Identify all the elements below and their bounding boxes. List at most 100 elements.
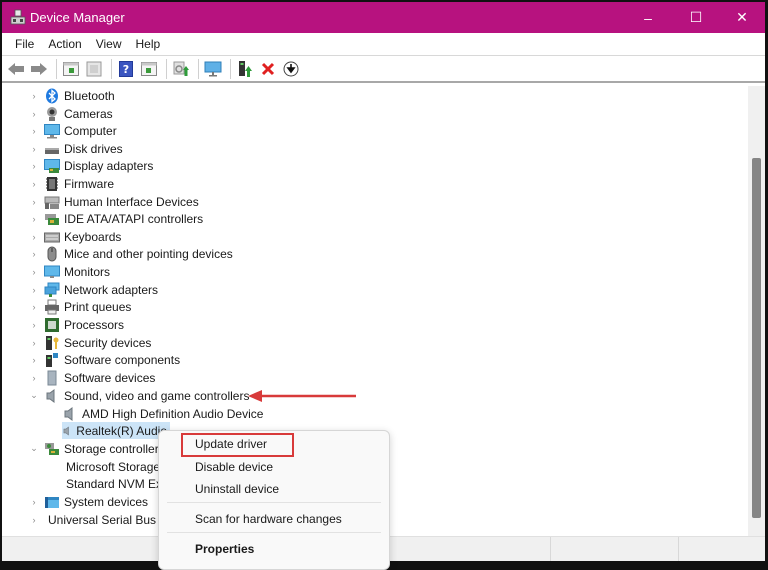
- tree-item-monitors[interactable]: Monitors: [44, 263, 110, 280]
- expand-chevron-icon[interactable]: ›: [29, 369, 39, 386]
- tree-item-human-interface-devices[interactable]: Human Interface Devices: [44, 193, 199, 210]
- expand-chevron-icon[interactable]: ›: [29, 157, 39, 174]
- speaker-icon: [63, 426, 69, 435]
- show-hide-console-tree-button[interactable]: [61, 59, 81, 79]
- security-device-icon: [46, 335, 59, 350]
- expand-chevron-icon[interactable]: ›: [29, 87, 39, 104]
- tree-item-processors[interactable]: Processors: [44, 316, 124, 333]
- tree-item-amd-hd-audio[interactable]: AMD High Definition Audio Device: [62, 405, 263, 422]
- software-component-icon: [46, 352, 58, 367]
- expand-chevron-icon[interactable]: ›: [29, 334, 39, 351]
- speaker-icon: [64, 406, 73, 421]
- menu-view[interactable]: View: [89, 37, 129, 51]
- properties-icon: [86, 61, 102, 76]
- disable-device-button[interactable]: [281, 59, 301, 79]
- expand-chevron-icon[interactable]: ›: [29, 351, 39, 368]
- tree-item-ide-ata-atapi-controllers[interactable]: IDE ATA/ATAPI controllers: [44, 210, 203, 227]
- expand-chevron-icon[interactable]: ›: [29, 140, 39, 157]
- tree-item-keyboards[interactable]: Keyboards: [44, 228, 121, 245]
- network-adapter-icon: [44, 282, 60, 297]
- tree-item-label: Monitors: [64, 264, 111, 279]
- action-pane-icon: [141, 61, 157, 76]
- tree-item-display-adapters[interactable]: Display adapters: [44, 157, 153, 174]
- collapse-chevron-icon[interactable]: ⌄: [29, 440, 39, 457]
- tree-item-realtek-audio[interactable]: Realtek(R) Audio: [62, 422, 170, 439]
- expand-chevron-icon[interactable]: ›: [29, 493, 39, 510]
- tree-item-bluetooth[interactable]: Bluetooth: [44, 87, 115, 104]
- firmware-icon: [46, 176, 58, 191]
- expand-chevron-icon[interactable]: ›: [29, 298, 39, 315]
- expand-chevron-icon[interactable]: ›: [29, 122, 39, 139]
- tree-item-usb-controllers[interactable]: Universal Serial Bus controllers: [44, 511, 172, 528]
- monitor-icon: [204, 61, 222, 76]
- tree-item-computer[interactable]: Computer: [44, 122, 117, 139]
- expand-chevron-icon[interactable]: ›: [29, 210, 39, 227]
- forward-button[interactable]: [29, 59, 49, 79]
- tree-item-label: Microsoft Storage Spaces Controller: [66, 459, 172, 474]
- device-manager-app-icon: [10, 9, 26, 25]
- tree-item-label: System devices: [64, 494, 149, 509]
- tree-item-label: Universal Serial Bus controllers: [48, 512, 172, 527]
- menu-file[interactable]: File: [8, 37, 41, 51]
- scan-hardware-button[interactable]: [171, 59, 191, 79]
- computer-icon: [44, 123, 60, 138]
- tree-item-label: Cameras: [64, 106, 113, 121]
- update-driver-icon: [239, 60, 252, 77]
- expand-chevron-icon[interactable]: ›: [29, 193, 39, 210]
- menu-item-scan-hardware-changes[interactable]: Scan for hardware changes: [195, 512, 342, 526]
- tree-item-sound-video-game-controllers[interactable]: Sound, video and game controllers: [44, 387, 249, 404]
- scrollbar-thumb[interactable]: [752, 158, 761, 518]
- properties-button[interactable]: [84, 59, 104, 79]
- tree-item-disk-drives[interactable]: Disk drives: [44, 140, 123, 157]
- annotation-arrow: [248, 390, 356, 402]
- expand-chevron-icon[interactable]: ›: [29, 263, 39, 280]
- tree-item-label: Display adapters: [64, 158, 154, 173]
- menu-help[interactable]: Help: [129, 37, 168, 51]
- close-button[interactable]: ✕: [719, 2, 765, 33]
- view-monitor-button[interactable]: [203, 59, 223, 79]
- tree-item-mice[interactable]: Mice and other pointing devices: [44, 245, 233, 262]
- action-pane-button[interactable]: [139, 59, 159, 79]
- uninstall-device-button[interactable]: [258, 59, 278, 79]
- expand-chevron-icon[interactable]: ›: [29, 316, 39, 333]
- back-button[interactable]: [6, 59, 26, 79]
- expand-chevron-icon[interactable]: ›: [29, 175, 39, 192]
- minimize-button[interactable]: –: [625, 2, 671, 33]
- tree-item-standard-nvm-express[interactable]: Standard NVM Express Controller: [62, 475, 172, 492]
- tree-item-storage-controllers[interactable]: Storage controllers: [44, 440, 165, 457]
- tree-item-software-components[interactable]: Software components: [44, 351, 180, 368]
- expand-chevron-icon[interactable]: ›: [29, 511, 39, 528]
- expand-chevron-icon[interactable]: ›: [29, 281, 39, 298]
- back-icon: [8, 62, 24, 75]
- expand-chevron-icon[interactable]: ›: [29, 228, 39, 245]
- toolbar-separator: [56, 58, 57, 79]
- menu-item-disable-device[interactable]: Disable device: [195, 460, 273, 474]
- uninstall-icon: [261, 62, 275, 75]
- expand-chevron-icon[interactable]: ›: [29, 105, 39, 122]
- menu-action[interactable]: Action: [41, 37, 88, 51]
- tree-item-firmware[interactable]: Firmware: [44, 175, 114, 192]
- software-device-icon: [47, 370, 57, 385]
- menu-item-properties[interactable]: Properties: [195, 542, 254, 556]
- maximize-icon: ☐: [689, 9, 703, 25]
- update-driver-button[interactable]: [235, 59, 255, 79]
- help-button[interactable]: ?: [116, 59, 136, 79]
- maximize-button[interactable]: ☐: [673, 2, 719, 33]
- tree-item-print-queues[interactable]: Print queues: [44, 298, 131, 315]
- tree-item-network-adapters[interactable]: Network adapters: [44, 281, 158, 298]
- tree-item-security-devices[interactable]: Security devices: [44, 334, 151, 351]
- collapse-chevron-icon[interactable]: ⌄: [29, 387, 39, 404]
- toolbar-separator: [230, 58, 231, 79]
- status-bar-divider: [550, 537, 551, 561]
- disable-device-icon: [283, 61, 299, 76]
- tree-item-cameras[interactable]: Cameras: [44, 105, 113, 122]
- forward-icon: [31, 62, 47, 75]
- tree-item-system-devices[interactable]: System devices: [44, 493, 148, 510]
- vertical-scrollbar[interactable]: [748, 86, 765, 536]
- system-devices-icon: [45, 496, 59, 508]
- menu-item-uninstall-device[interactable]: Uninstall device: [195, 482, 279, 496]
- disk-drive-icon: [45, 147, 59, 154]
- expand-chevron-icon[interactable]: ›: [29, 245, 39, 262]
- tree-item-microsoft-storage-spaces[interactable]: Microsoft Storage Spaces Controller: [62, 458, 172, 475]
- tree-item-software-devices[interactable]: Software devices: [44, 369, 155, 386]
